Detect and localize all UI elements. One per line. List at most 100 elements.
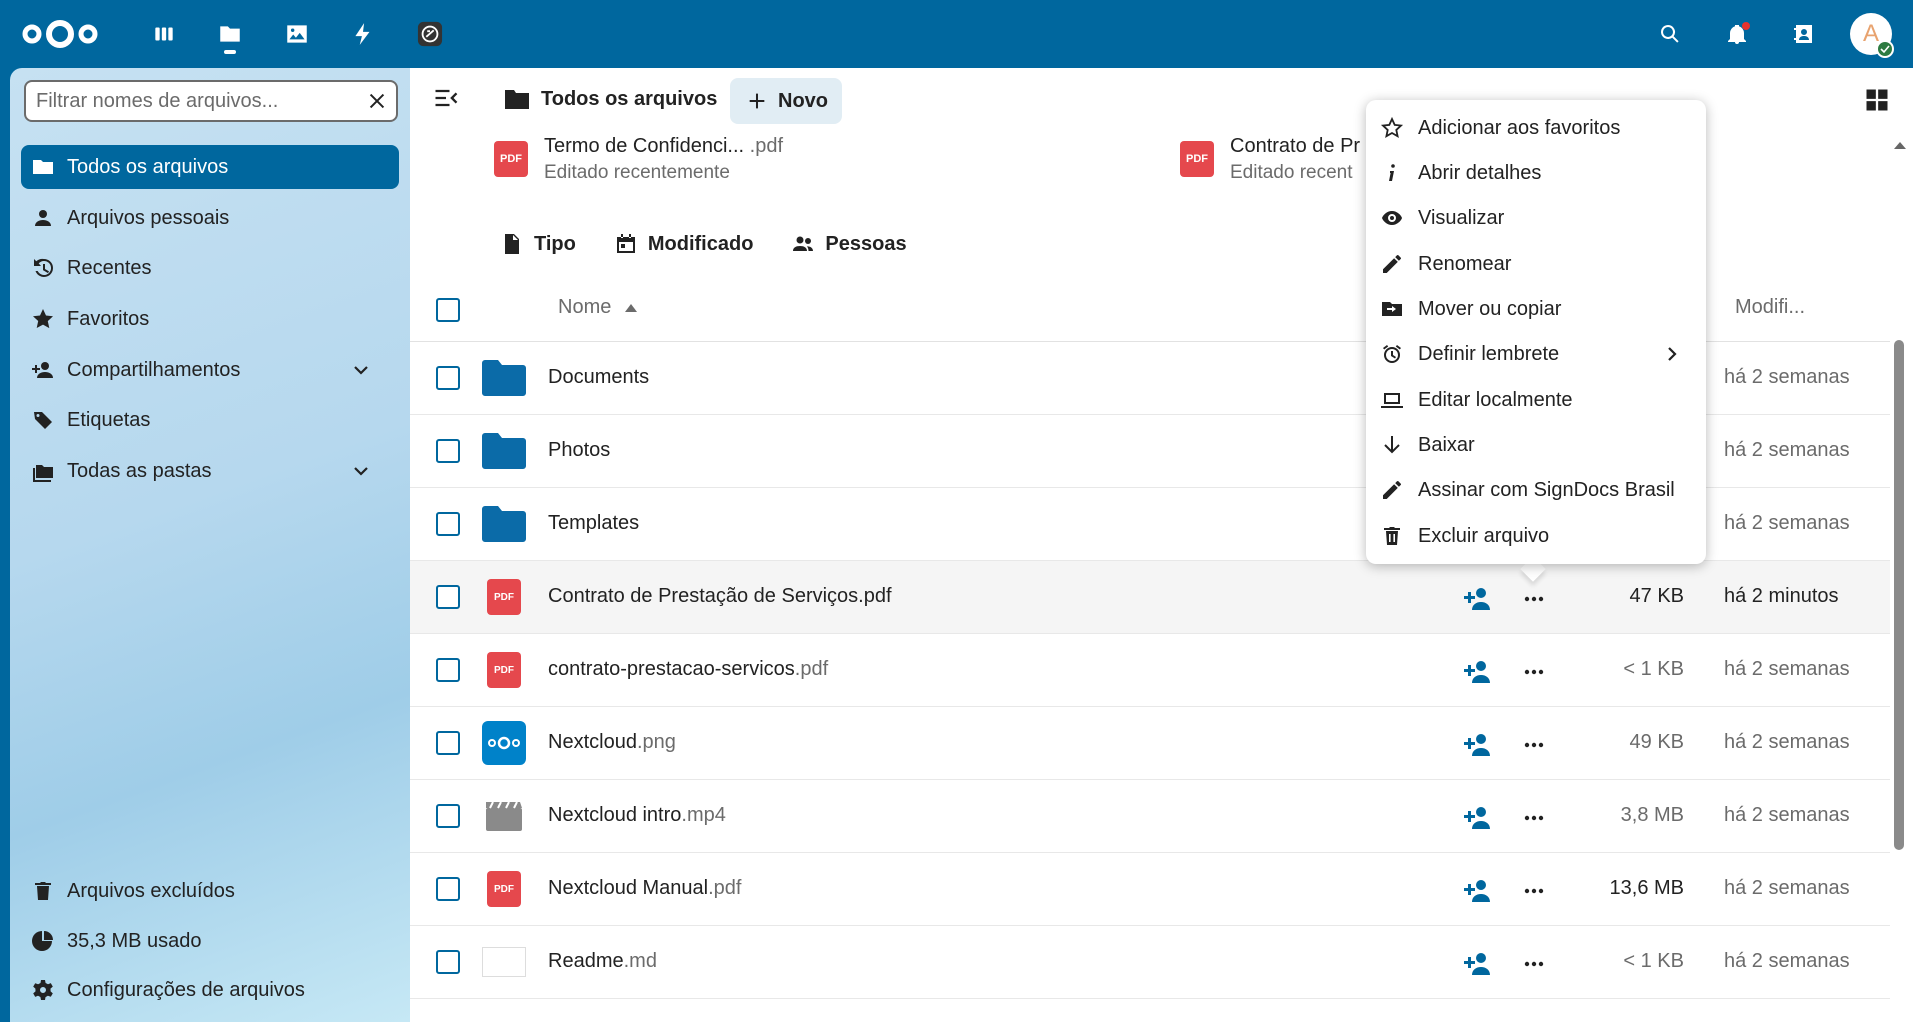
column-name[interactable]: Nome (558, 296, 638, 319)
filter-input[interactable] (26, 82, 346, 120)
pdf-icon: PDF (482, 577, 526, 617)
files-app-icon[interactable] (213, 17, 247, 51)
navigation-sidebar: Todos os arquivos Arquivos pessoais Rece… (10, 68, 410, 1022)
file-name[interactable]: Nextcloud intro.mp4 (548, 804, 726, 827)
recent-file-2[interactable]: PDF Contrato de Pr Editado recent (1180, 132, 1360, 186)
search-icon[interactable] (1653, 17, 1687, 51)
nextcloud-logo[interactable] (18, 14, 102, 54)
file-size: < 1 KB (1623, 950, 1684, 972)
row-checkbox[interactable] (436, 439, 460, 463)
more-options-icon[interactable] (1522, 660, 1546, 684)
sidebar-item-tags[interactable]: Etiquetas (21, 398, 399, 442)
file-modified: há 2 semanas (1724, 804, 1850, 826)
file-name[interactable]: Photos (548, 439, 610, 462)
more-options-icon[interactable] (1522, 587, 1546, 611)
row-checkbox[interactable] (436, 877, 460, 901)
filter-type[interactable]: Tipo (500, 232, 576, 256)
custom-app-icon[interactable] (413, 17, 447, 51)
filter-people[interactable]: Pessoas (791, 232, 907, 256)
menu-item-edit-locally[interactable]: Editar localmente (1378, 380, 1694, 420)
menu-item-rename[interactable]: Renomear (1378, 244, 1694, 284)
notification-dot (1742, 22, 1750, 30)
menu-item-add-favorite[interactable]: Adicionar aos favoritos (1378, 108, 1694, 148)
menu-item-delete-file[interactable]: Excluir arquivo (1378, 516, 1694, 556)
share-icon[interactable] (1464, 877, 1492, 903)
share-person-icon (32, 362, 53, 378)
sidebar-item-deleted-files[interactable]: Arquivos excluídos (21, 869, 399, 913)
sidebar-item-recent[interactable]: Recentes (21, 246, 399, 290)
file-name[interactable]: Documents (548, 366, 649, 389)
sidebar-item-all-folders[interactable]: Todas as pastas (21, 449, 399, 493)
file-modified: há 2 minutos (1724, 585, 1839, 607)
close-icon[interactable] (366, 90, 388, 112)
plus-icon (749, 93, 765, 109)
row-checkbox[interactable] (436, 512, 460, 536)
chevron-down-icon[interactable] (349, 459, 373, 483)
file-modified: há 2 semanas (1724, 366, 1850, 388)
row-checkbox[interactable] (436, 658, 460, 682)
share-icon[interactable] (1464, 731, 1492, 757)
folder-icon (505, 90, 529, 109)
file-name[interactable]: Templates (548, 512, 639, 535)
row-checkbox[interactable] (436, 585, 460, 609)
menu-item-sign-signdocs[interactable]: Assinar com SignDocs Brasil (1378, 470, 1694, 510)
pdf-icon: PDF (482, 650, 526, 690)
new-button[interactable]: Novo (730, 78, 842, 124)
grid-view-icon[interactable] (1863, 86, 1891, 114)
active-app-indicator (224, 50, 236, 54)
table-row[interactable]: PDF contrato-prestacao-servicos.pdf < 1 … (410, 634, 1890, 707)
column-modified[interactable]: Modifi... (1735, 296, 1805, 319)
share-icon[interactable] (1464, 950, 1492, 976)
sidebar-item-personal-files[interactable]: Arquivos pessoais (21, 196, 399, 240)
more-options-icon[interactable] (1522, 733, 1546, 757)
menu-item-view[interactable]: Visualizar (1378, 198, 1694, 238)
folder-icon (482, 504, 526, 544)
share-icon[interactable] (1464, 585, 1492, 611)
notifications-bell-icon[interactable] (1720, 17, 1754, 51)
breadcrumb-all-files[interactable]: Todos os arquivos (541, 88, 717, 111)
recent-file-1[interactable]: PDF Termo de Confidenci... .pdf Editado … (494, 132, 783, 186)
scrollbar-thumb[interactable] (1894, 340, 1904, 850)
sidebar-item-favorites[interactable]: Favoritos (21, 297, 399, 341)
trash-icon (35, 882, 51, 900)
row-checkbox[interactable] (436, 804, 460, 828)
file-name[interactable]: Contrato de Prestação de Serviços.pdf (548, 585, 892, 608)
menu-item-open-details[interactable]: Abrir detalhes (1378, 153, 1694, 193)
menu-item-move-copy[interactable]: Mover ou copiar (1378, 289, 1694, 329)
more-options-icon[interactable] (1522, 879, 1546, 903)
select-all-checkbox[interactable] (436, 298, 460, 322)
row-checkbox[interactable] (436, 950, 460, 974)
more-options-icon[interactable] (1522, 952, 1546, 976)
file-name[interactable]: Nextcloud.png (548, 731, 676, 754)
online-status-icon (1876, 40, 1894, 58)
chevron-down-icon[interactable] (349, 358, 373, 382)
table-row[interactable]: Nextcloud intro.mp4 3,8 MB há 2 semanas (410, 780, 1890, 853)
file-name[interactable]: Readme.md (548, 950, 657, 973)
row-checkbox[interactable] (436, 731, 460, 755)
sidebar-item-shares[interactable]: Compartilhamentos (21, 348, 399, 392)
photos-app-icon[interactable] (280, 17, 314, 51)
toggle-navigation-icon[interactable] (432, 84, 460, 112)
menu-item-download[interactable]: Baixar (1378, 425, 1694, 465)
file-name[interactable]: Nextcloud Manual.pdf (548, 877, 741, 900)
dashboard-app-icon[interactable] (147, 17, 181, 51)
share-icon[interactable] (1464, 804, 1492, 830)
row-checkbox[interactable] (436, 366, 460, 390)
table-row[interactable]: Readme.md < 1 KB há 2 semanas (410, 926, 1890, 999)
table-row[interactable]: Nextcloud.png 49 KB há 2 semanas (410, 707, 1890, 780)
table-row[interactable]: PDF Contrato de Prestação de Serviços.pd… (410, 561, 1890, 634)
more-options-icon[interactable] (1522, 806, 1546, 830)
filter-bar: Tipo Modificado Pessoas (500, 232, 945, 256)
filter-modified[interactable]: Modificado (614, 232, 753, 256)
sort-ascending-icon (625, 303, 638, 312)
share-icon[interactable] (1464, 658, 1492, 684)
activity-app-icon[interactable] (346, 17, 380, 51)
sidebar-item-file-settings[interactable]: Configurações de arquivos (21, 968, 399, 1012)
sidebar-item-all-files[interactable]: Todos os arquivos (21, 145, 399, 189)
scroll-up-arrow[interactable] (1894, 142, 1906, 149)
contacts-icon[interactable] (1787, 17, 1821, 51)
menu-item-set-reminder[interactable]: Definir lembrete (1378, 334, 1694, 374)
folder-icon (33, 160, 53, 174)
file-name[interactable]: contrato-prestacao-servicos.pdf (548, 658, 828, 681)
table-row[interactable]: PDF Nextcloud Manual.pdf 13,6 MB há 2 se… (410, 853, 1890, 926)
